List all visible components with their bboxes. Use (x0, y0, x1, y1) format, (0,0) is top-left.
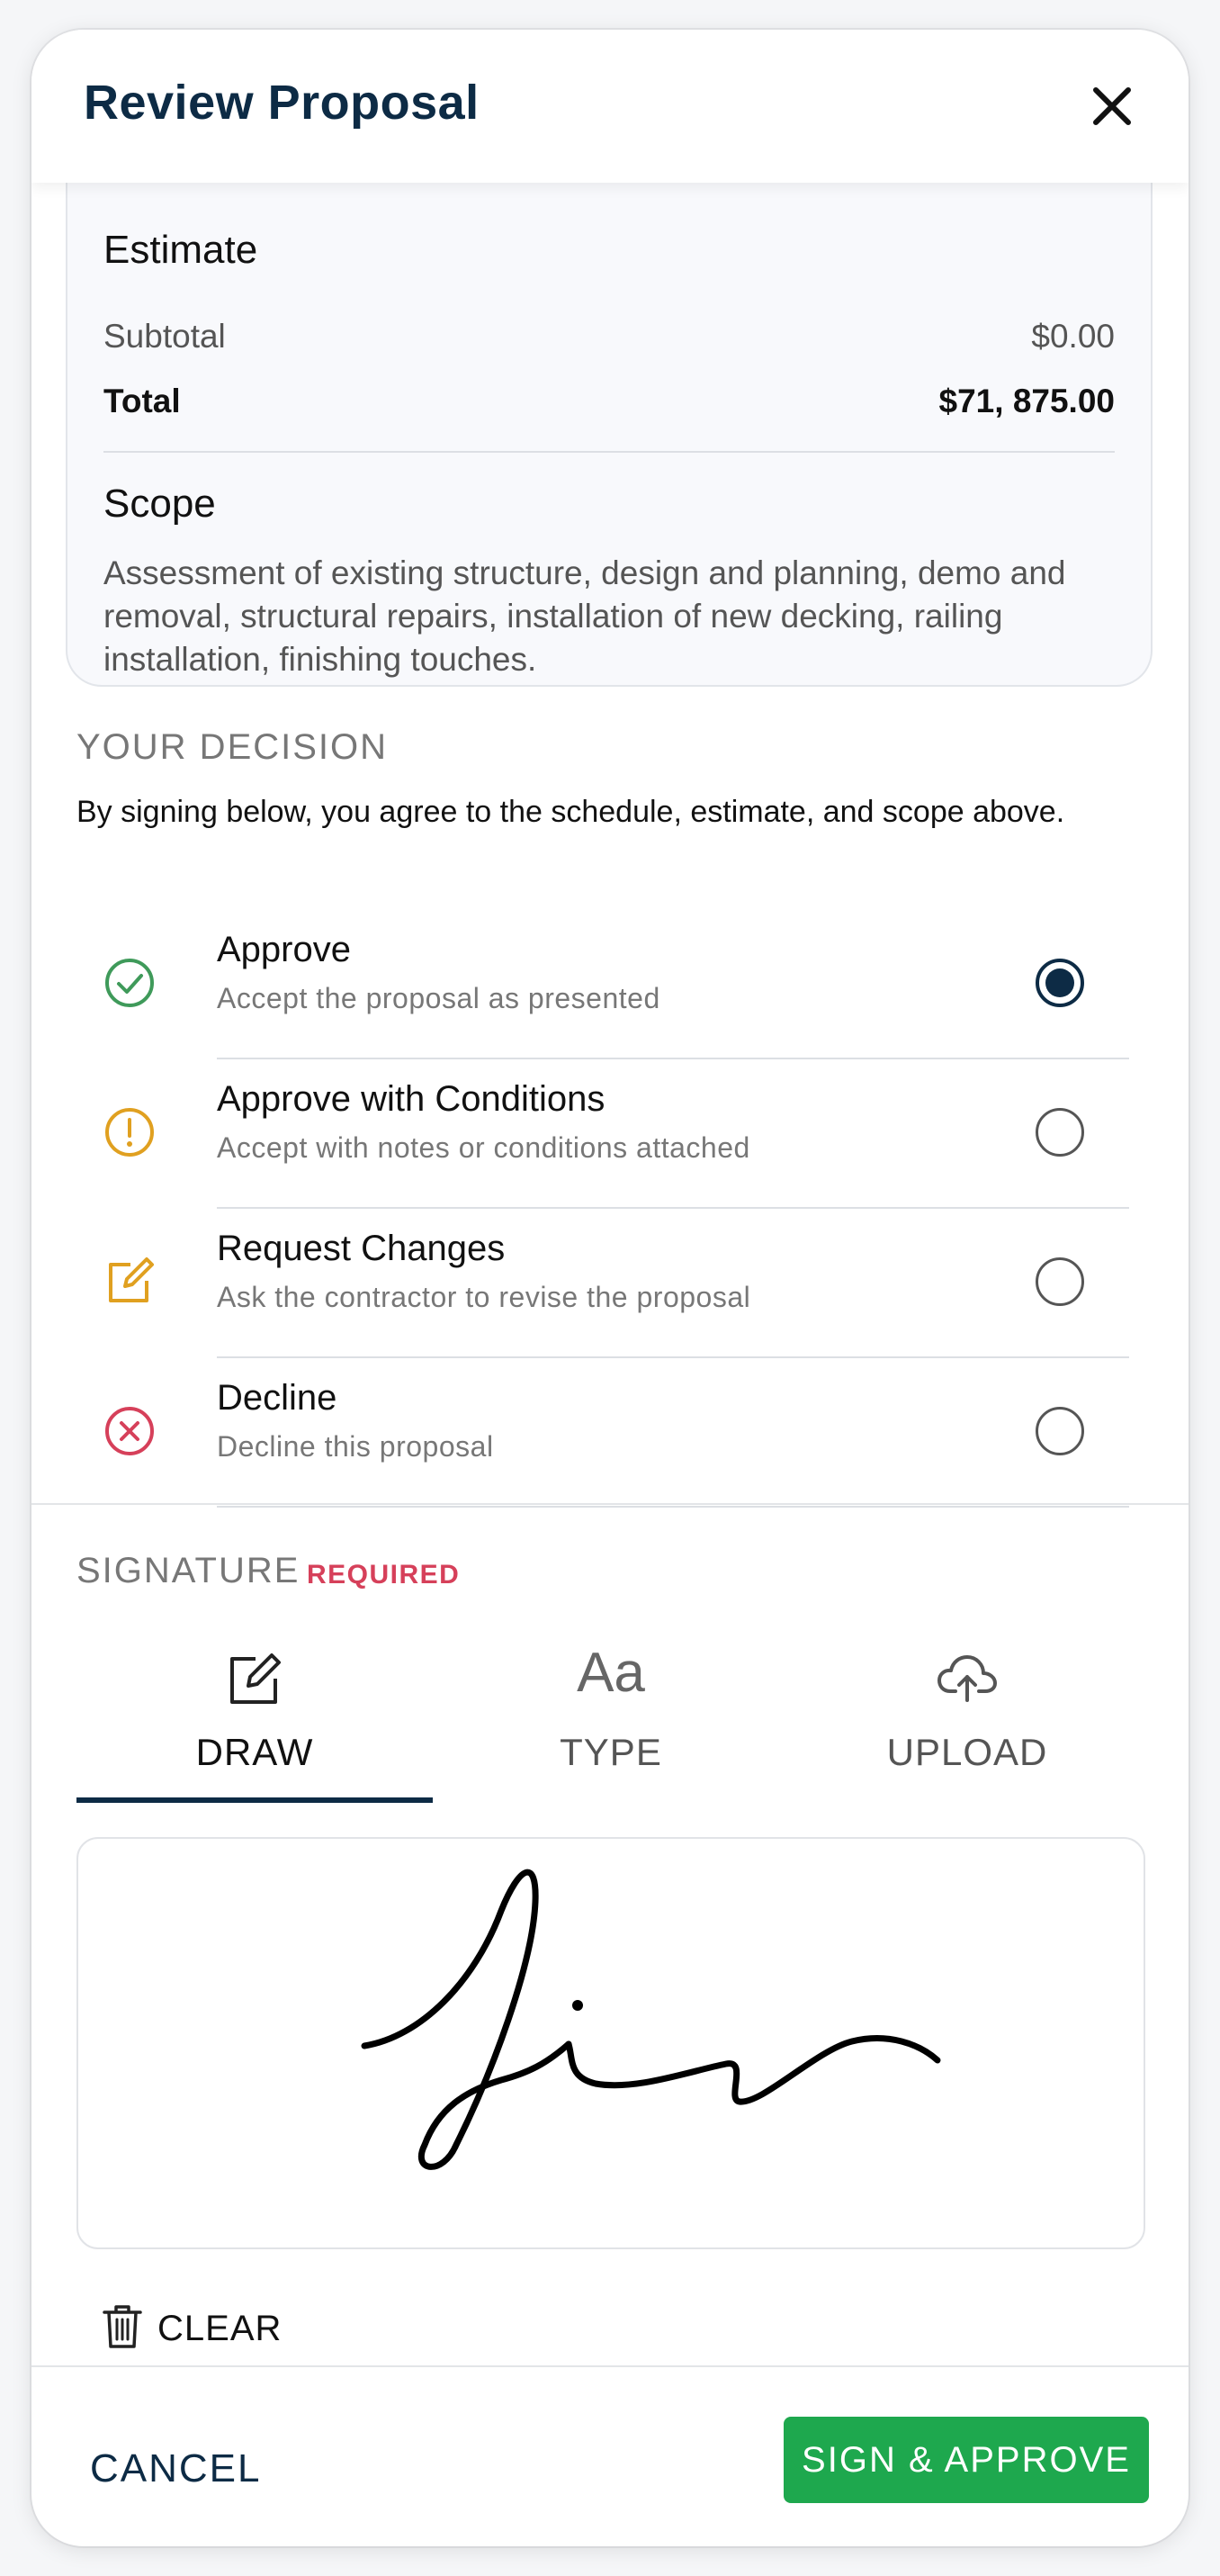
tab-type[interactable]: Aa TYPE (433, 1641, 789, 1803)
tab-label: TYPE (560, 1731, 662, 1773)
footer-divider (31, 2365, 1189, 2367)
signature-stroke (361, 1869, 941, 2170)
decision-option-approve-with-conditions[interactable]: Approve with Conditions Accept with note… (76, 1059, 1129, 1209)
option-title: Decline (217, 1378, 337, 1418)
cancel-button[interactable]: CANCEL (90, 2446, 262, 2491)
tab-upload[interactable]: UPLOAD (789, 1641, 1145, 1803)
signature-canvas[interactable] (76, 1837, 1145, 2249)
option-divider (217, 1506, 1129, 1508)
close-button[interactable] (1082, 77, 1142, 136)
option-subtitle: Ask the contractor to revise the proposa… (217, 1281, 751, 1313)
request-changes-radio[interactable] (1036, 1257, 1084, 1306)
trash-icon (103, 2305, 142, 2348)
decline-radio[interactable] (1036, 1407, 1084, 1455)
tab-label: UPLOAD (886, 1731, 1048, 1773)
agreement-text: By signing below, you agree to the sched… (76, 795, 1065, 829)
decision-option-request-changes[interactable]: Request Changes Ask the contractor to re… (76, 1209, 1129, 1358)
tab-draw[interactable]: DRAW (76, 1641, 433, 1803)
decision-option-decline[interactable]: Decline Decline this proposal (76, 1358, 1129, 1508)
approve-with-conditions-radio[interactable] (1036, 1108, 1084, 1157)
subtotal-value: $0.00 (1031, 318, 1115, 355)
required-badge: REQUIRED (307, 1560, 461, 1590)
total-value: $71, 875.00 (938, 383, 1115, 419)
decision-option-approve[interactable]: Approve Accept the proposal as presented (76, 910, 1129, 1059)
type-aa-icon: Aa (577, 1642, 645, 1704)
edit-icon (109, 1257, 154, 1302)
x-circle-icon (105, 1407, 154, 1455)
scope-heading: Scope (103, 482, 216, 526)
sign-and-approve-button[interactable]: SIGN & APPROVE (784, 2417, 1149, 2503)
clear-signature-button[interactable]: CLEAR (102, 2298, 300, 2361)
check-circle-icon (105, 959, 154, 1007)
estimate-divider (103, 451, 1115, 453)
tab-label: DRAW (195, 1731, 314, 1773)
option-subtitle: Accept the proposal as presented (217, 982, 660, 1014)
review-proposal-modal: Review Proposal Estimate Subtotal $0.00 … (31, 30, 1189, 2546)
pen-square-icon (230, 1653, 281, 1704)
option-title: Request Changes (217, 1229, 506, 1268)
approve-radio[interactable] (1036, 959, 1084, 1007)
signature-heading: SIGNATURE (76, 1551, 301, 1590)
scope-text: Assessment of existing structure, design… (103, 554, 1066, 678)
total-label: Total (103, 383, 181, 419)
section-divider (31, 1503, 1189, 1505)
clear-label: CLEAR (157, 2309, 283, 2348)
proposal-summary-card: Estimate Subtotal $0.00 Total $71, 875.0… (66, 138, 1153, 687)
exclamation-circle-icon (105, 1108, 154, 1157)
signature-tabs: DRAW Aa TYPE UPLOAD (76, 1641, 1145, 1803)
option-subtitle: Accept with notes or conditions attached (217, 1131, 750, 1164)
option-subtitle: Decline this proposal (217, 1430, 494, 1463)
estimate-heading: Estimate (103, 228, 258, 272)
modal-header: Review Proposal (31, 30, 1189, 183)
subtotal-label: Subtotal (103, 318, 226, 355)
close-icon (1093, 87, 1131, 125)
cloud-upload-icon (937, 1655, 997, 1702)
decision-heading: YOUR DECISION (76, 727, 389, 767)
modal-title: Review Proposal (84, 76, 480, 130)
option-title: Approve (217, 930, 351, 969)
option-title: Approve with Conditions (217, 1079, 606, 1119)
